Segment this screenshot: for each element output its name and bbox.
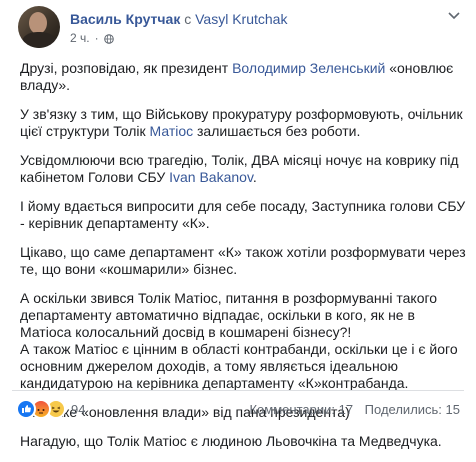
author-line: Василь Крутчак с Vasyl Krutchak <box>70 10 287 28</box>
tagged-person[interactable]: Vasyl Krutchak <box>195 11 287 27</box>
post-text: А оскільки звився Толік Матіос, питання … <box>20 290 458 391</box>
post-text: залишається без роботи. <box>193 123 361 139</box>
post-paragraph: У зв'язку з тим, що Військову прокуратур… <box>20 106 466 140</box>
post-header: Василь Крутчак с Vasyl Krutchak 2 ч. · <box>18 6 287 48</box>
chevron-down-icon[interactable] <box>448 12 460 20</box>
author-name[interactable]: Василь Крутчак <box>70 11 180 27</box>
post-text: Цікаво, що саме департамент «К» також хо… <box>20 244 466 277</box>
post-text: І йому вдається випросити для себе посад… <box>20 198 466 231</box>
post-paragraph: Цікаво, що саме департамент «К» також хо… <box>20 244 466 278</box>
profile-link[interactable]: Матіос <box>150 123 194 139</box>
with-word: с <box>184 11 192 27</box>
shares-count[interactable]: Поделились: 15 <box>365 402 460 417</box>
post-paragraph: І йому вдається випросити для себе посад… <box>20 198 466 232</box>
reactions[interactable]: 94 <box>16 399 85 419</box>
profile-link[interactable]: Ivan Bakanov <box>169 169 253 185</box>
post-footer: 94 Комментарии: 17 Поделились: 15 <box>16 398 460 420</box>
post-text: . <box>252 169 257 185</box>
post-meta: 2 ч. · <box>70 31 287 45</box>
post-paragraph: Друзі, розповідаю, як президент Володими… <box>20 60 466 94</box>
profile-link[interactable]: Володимир Зеленський <box>232 60 385 76</box>
post-timestamp[interactable]: 2 ч. <box>70 31 90 45</box>
facebook-post: Василь Крутчак с Vasyl Krutchak 2 ч. · Д… <box>0 0 476 449</box>
globe-icon[interactable] <box>103 33 114 44</box>
author-avatar[interactable] <box>18 6 60 48</box>
post-paragraph: А оскільки звився Толік Матіос, питання … <box>20 290 466 392</box>
comments-count[interactable]: Комментарии: 17 <box>249 402 353 417</box>
reaction-count[interactable]: 94 <box>71 402 85 417</box>
divider <box>12 390 464 391</box>
post-header-text: Василь Крутчак с Vasyl Krutchak 2 ч. · <box>70 10 287 45</box>
post-paragraph: Нагадую, що Толік Матіос є людиною Льово… <box>20 433 466 450</box>
like-icon[interactable] <box>16 399 36 419</box>
post-text: Нагадую, що Толік Матіос є людиною Льово… <box>20 433 442 449</box>
post-text: Друзі, розповідаю, як президент <box>20 60 233 76</box>
post-paragraph: Усвідомлюючи всю трагедію, Толік, ДВА мі… <box>20 152 466 186</box>
